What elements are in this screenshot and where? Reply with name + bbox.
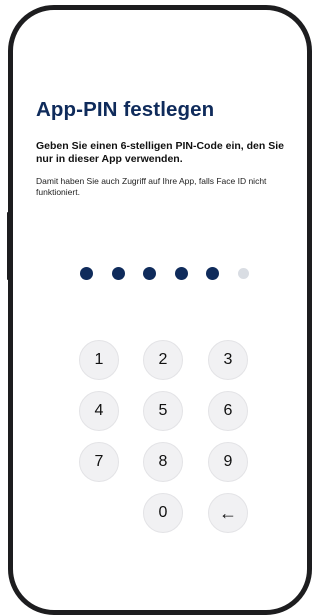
- key-label: 6: [223, 402, 233, 419]
- info-text: Damit haben Sie auch Zugriff auf Ihre Ap…: [36, 176, 267, 197]
- key-label: 4: [94, 402, 104, 419]
- pin-setup-screen: App-PIN festlegen Geben Sie einen 6-stel…: [13, 10, 304, 610]
- key-6[interactable]: 6: [208, 391, 248, 431]
- key-2[interactable]: 2: [143, 340, 183, 380]
- pin-dot: [206, 267, 219, 280]
- key-0[interactable]: 0: [143, 493, 183, 533]
- key-label: 7: [94, 453, 104, 470]
- key-label: 2: [158, 351, 168, 368]
- key-label: 8: [158, 453, 168, 470]
- key-label: 5: [158, 402, 168, 419]
- pin-dot: [143, 267, 156, 280]
- backspace-button[interactable]: ←: [208, 493, 248, 533]
- key-8[interactable]: 8: [143, 442, 183, 482]
- key-label: 0: [158, 504, 168, 521]
- pin-dot: [112, 267, 125, 280]
- key-9[interactable]: 9: [208, 442, 248, 482]
- key-4[interactable]: 4: [79, 391, 119, 431]
- key-label: 9: [223, 453, 233, 470]
- key-label: 3: [223, 351, 233, 368]
- phone-frame: App-PIN festlegen Geben Sie einen 6-stel…: [8, 5, 312, 615]
- pin-indicator: [80, 267, 260, 283]
- key-1[interactable]: 1: [79, 340, 119, 380]
- backspace-arrow-icon: ←: [219, 503, 237, 523]
- pin-dot: [80, 267, 93, 280]
- key-5[interactable]: 5: [143, 391, 183, 431]
- page-title: App-PIN festlegen: [36, 98, 215, 121]
- pin-dot: [175, 267, 188, 280]
- key-7[interactable]: 7: [79, 442, 119, 482]
- key-3[interactable]: 3: [208, 340, 248, 380]
- instruction-text: Geben Sie einen 6-stelligen PIN-Code ein…: [36, 140, 284, 165]
- pin-dot: [238, 268, 249, 279]
- key-label: 1: [94, 351, 104, 368]
